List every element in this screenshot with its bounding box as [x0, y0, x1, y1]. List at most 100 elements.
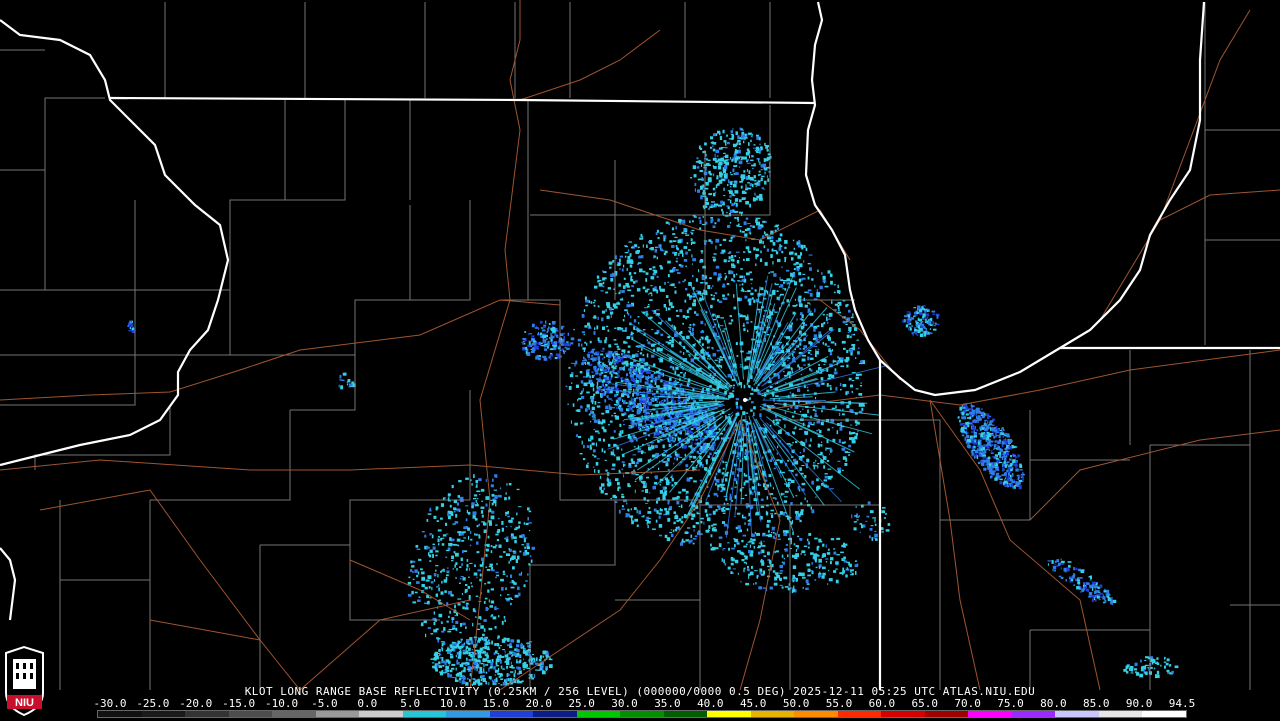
- echo-pixel: [492, 546, 496, 549]
- echo-pixel: [656, 410, 659, 415]
- echo-pixel: [608, 261, 613, 265]
- echo-pixel: [964, 437, 967, 441]
- echo-pixel: [798, 513, 801, 517]
- echo-pixel: [748, 142, 750, 146]
- echo-pixel: [447, 497, 450, 502]
- echo-pixel: [678, 281, 681, 284]
- echo-pixel: [630, 275, 633, 278]
- echo-pixel: [659, 232, 664, 235]
- echo-pixel: [508, 520, 511, 523]
- echo-pixel: [618, 292, 621, 295]
- echo-pixel: [714, 203, 718, 206]
- echo-pixel: [1003, 453, 1005, 456]
- echo-pixel: [610, 373, 613, 378]
- echo-pixel: [416, 548, 421, 550]
- echo-pixel: [726, 211, 728, 214]
- echo-pixel: [734, 181, 738, 183]
- echo-pixel: [972, 405, 975, 407]
- echo-pixel: [594, 368, 597, 372]
- echo-pixel: [807, 351, 811, 354]
- echo-pixel: [645, 502, 649, 504]
- echo-pixel: [674, 451, 677, 454]
- echo-pixel: [767, 178, 770, 182]
- echo-pixel: [738, 257, 740, 259]
- echo-pixel: [1092, 587, 1094, 591]
- echo-pixel: [460, 557, 463, 562]
- echo-pixel: [676, 519, 680, 522]
- echo-pixel: [651, 293, 653, 297]
- echo-pixel: [929, 328, 931, 330]
- echo-pixel: [629, 264, 633, 268]
- echo-pixel: [472, 622, 474, 627]
- echo-pixel: [648, 371, 651, 374]
- echo-pixel: [808, 341, 812, 345]
- echo-pixel: [455, 576, 457, 579]
- echo-pixel: [750, 401, 754, 404]
- echo-pixel: [602, 285, 605, 288]
- echo-pixel: [799, 452, 801, 454]
- echo-pixel: [588, 438, 590, 441]
- echo-pixel: [752, 492, 754, 496]
- echo-pixel: [459, 631, 462, 634]
- echo-pixel: [430, 633, 434, 635]
- echo-pixel: [705, 461, 708, 465]
- echo-pixel: [456, 502, 459, 506]
- echo-pixel: [642, 286, 646, 290]
- echo-pixel: [658, 524, 662, 528]
- echo-pixel: [685, 234, 690, 236]
- echo-pixel: [567, 403, 569, 405]
- echo-pixel: [855, 376, 859, 380]
- echo-pixel: [862, 405, 865, 407]
- echo-pixel: [478, 478, 482, 482]
- echo-pixel: [609, 481, 612, 486]
- echo-pixel: [1016, 478, 1018, 480]
- echo-pixel: [712, 256, 716, 258]
- echo-pixel: [664, 477, 668, 481]
- echo-pixel: [980, 437, 984, 439]
- echo-pixel: [800, 244, 804, 249]
- echo-pixel: [633, 403, 636, 407]
- echo-pixel: [796, 304, 798, 307]
- echo-pixel: [748, 512, 751, 517]
- echo-pixel: [910, 327, 912, 331]
- echo-pixel: [728, 322, 732, 325]
- echo-pixel: [667, 341, 672, 345]
- echo-pixel: [713, 253, 717, 255]
- echo-pixel: [452, 568, 454, 570]
- echo-pixel: [608, 359, 610, 361]
- echo-pixel: [846, 334, 850, 339]
- echo-pixel: [936, 314, 938, 317]
- echo-pixel: [655, 432, 660, 436]
- echo-pixel: [641, 490, 645, 492]
- echo-pixel: [679, 372, 683, 374]
- echo-pixel: [649, 420, 652, 422]
- echo-pixel: [461, 563, 463, 566]
- echo-pixel: [796, 268, 800, 272]
- echo-pixel: [730, 236, 733, 240]
- echo-pixel: [437, 536, 440, 538]
- echo-pixel: [585, 464, 589, 469]
- echo-pixel: [621, 430, 624, 434]
- echo-pixel: [633, 319, 637, 323]
- echo-pixel: [723, 140, 727, 143]
- echo-pixel: [654, 444, 658, 449]
- echo-pixel: [628, 304, 633, 307]
- echo-pixel: [466, 677, 469, 680]
- echo-pixel: [719, 131, 721, 136]
- echo-pixel: [980, 415, 983, 416]
- echo-pixel: [961, 416, 964, 419]
- echo-pixel: [676, 247, 679, 251]
- echo-pixel: [908, 314, 911, 318]
- echo-pixel: [588, 358, 591, 360]
- echo-pixel: [621, 505, 624, 508]
- echo-pixel: [487, 581, 491, 584]
- echo-pixel: [485, 548, 489, 552]
- echo-pixel: [635, 345, 638, 348]
- echo-pixel: [648, 366, 651, 369]
- echo-pixel: [637, 316, 640, 318]
- echo-pixel: [712, 523, 717, 526]
- echo-pixel: [508, 483, 512, 486]
- echo-pixel: [725, 142, 727, 146]
- echo-pixel: [801, 319, 804, 321]
- echo-pixel: [507, 515, 510, 518]
